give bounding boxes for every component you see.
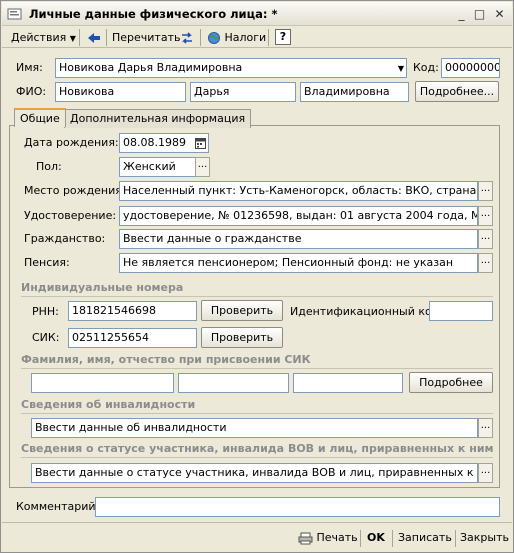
help-button[interactable]: ? [275,29,291,45]
citizenship-field[interactable]: Ввести данные о гражданстве [119,229,478,249]
first-name-field[interactable]: Дарья [190,82,296,102]
comment-field[interactable] [95,497,500,517]
actions-menu[interactable]: Действия ▼ [11,29,76,46]
refresh-icon [182,32,192,44]
form-icon [7,7,23,21]
tab-additional-info[interactable]: Дополнительная информация [64,109,252,128]
sik-fio-heading: Фамилия, имя, отчество при присвоении СИ… [21,353,311,366]
globe-icon [208,32,220,44]
print-button[interactable]: Печать [298,529,358,546]
title-bar: Личные данные физического лица: * _ □ ✕ [2,2,512,26]
fio-details-button[interactable]: Подробнее... [415,81,499,102]
citizenship-label: Гражданство: [24,232,106,245]
chevron-down-icon: ▼ [69,34,76,43]
disability-heading: Сведения об инвалидности [21,398,196,411]
reread-button[interactable]: Перечитать [112,29,180,46]
print-label: Печать [316,531,358,544]
toolbar-separator [200,29,201,46]
toolbar: Действия ▼ Перечитать Налоги ? [2,27,512,48]
footer-separator [392,530,393,547]
pension-field[interactable]: Не является пенсионером; Пенсионный фонд… [119,253,478,273]
sik-fio-details-button[interactable]: Подробнее [409,372,493,393]
birth-date-value: 08.08.1989 [123,136,186,149]
refresh-button[interactable] [179,29,195,46]
close-button[interactable]: Закрыть [460,529,509,546]
gender-field[interactable]: Женский [119,157,196,177]
save-button[interactable]: Записать [398,529,452,546]
id-doc-select-button[interactable]: ... [478,206,493,226]
chevron-down-icon[interactable]: ▼ [398,60,404,77]
taxes-button[interactable]: Налоги [207,29,266,46]
sik-field[interactable]: 02511255654 [68,328,197,348]
ok-button[interactable]: OK [367,529,385,546]
minimize-button[interactable]: _ [454,7,469,21]
back-arrow-icon [88,33,100,43]
section-divider [21,457,493,458]
individual-numbers-heading: Индивидуальные номера [21,281,184,294]
middle-name-field[interactable]: Владимировна [300,82,409,102]
name-label: Имя: [16,61,43,74]
disability-select-button[interactable]: ... [478,418,493,438]
actions-label: Действия [11,31,67,44]
sik-check-button[interactable]: Проверить [201,327,283,348]
toolbar-separator [106,29,107,46]
person-data-window: Личные данные физического лица: * _ □ ✕ … [0,0,514,553]
sik-last-name-field[interactable] [31,373,174,393]
rnn-field[interactable]: 181821546698 [68,301,197,321]
gender-label: Пол: [36,160,62,173]
rnn-check-button[interactable]: Проверить [201,300,283,321]
pension-label: Пенсия: [24,256,70,269]
sik-label: СИК: [32,331,60,344]
taxes-label: Налоги [224,31,267,44]
veteran-field[interactable]: Ввести данные о статусе участника, инвал… [31,463,478,483]
fio-label: ФИО: [16,85,47,98]
tab-general[interactable]: Общие [14,108,66,127]
toolbar-separator [268,29,269,46]
gender-select-button[interactable]: ... [195,157,210,177]
back-arrow-button[interactable] [86,29,102,46]
pension-select-button[interactable]: ... [478,253,493,273]
birth-date-label: Дата рождения: [24,136,119,149]
rnn-label: РНН: [32,305,59,318]
citizenship-select-button[interactable]: ... [478,229,493,249]
sik-middle-name-field[interactable] [293,373,403,393]
veteran-select-button[interactable]: ... [478,463,493,483]
comment-label: Комментарий: [16,500,100,513]
sik-first-name-field[interactable] [178,373,289,393]
toolbar-separator [79,29,80,46]
code-field[interactable]: 000000001 [441,58,500,78]
footer-separator [455,530,456,547]
code-label: Код: [413,61,439,74]
birth-date-field[interactable]: 08.08.1989 [119,133,209,153]
printer-icon [298,532,313,544]
id-code-label: Идентификационный код: [290,305,444,318]
section-divider [21,413,493,414]
birthplace-label: Место рождения: [24,184,126,197]
close-window-button[interactable]: ✕ [492,7,507,21]
veteran-heading: Сведения о статусе участника, инвалида В… [21,442,494,455]
id-doc-field[interactable]: удостоверение, № 01236598, выдан: 01 авг… [119,206,478,226]
birthplace-field[interactable]: Населенный пункт: Усть-Каменогорск, обла… [119,181,478,201]
maximize-button[interactable]: □ [472,7,487,21]
id-code-field[interactable] [429,301,493,321]
bottom-bar: Печать OK Записать Закрыть [2,522,512,552]
birthplace-select-button[interactable]: ... [478,181,493,201]
section-divider [21,296,493,297]
calendar-icon[interactable] [195,137,206,149]
last-name-field[interactable]: Новикова [55,82,186,102]
window-title: Личные данные физического лица: * [29,7,278,21]
name-value: Новикова Дарья Владимировна [59,61,243,74]
disability-field[interactable]: Ввести данные об инвалидности [31,418,478,438]
id-doc-label: Удостоверение: [24,209,117,222]
section-divider [21,368,493,369]
name-field[interactable]: Новикова Дарья Владимировна ▼ [55,58,407,78]
footer-separator [360,530,361,547]
